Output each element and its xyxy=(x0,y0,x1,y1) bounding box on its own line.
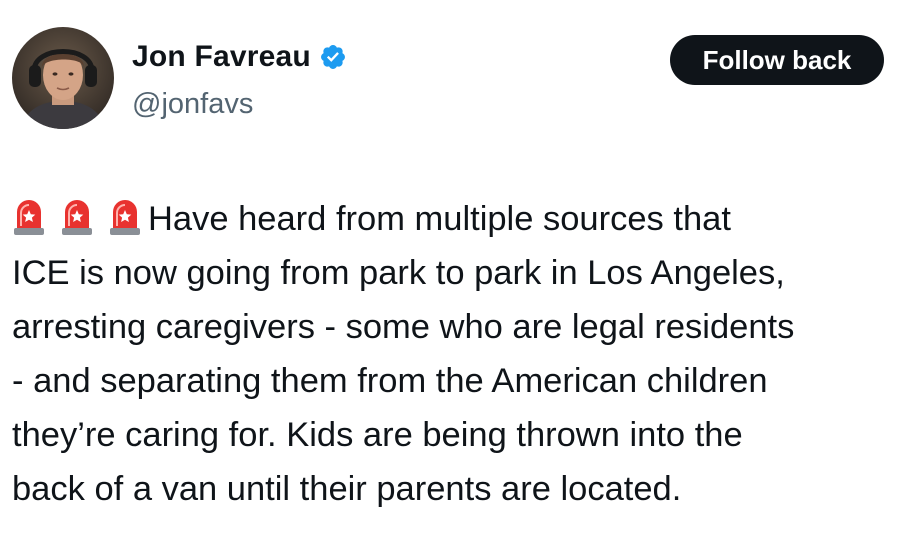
tweet-line-1: Have heard from multiple sources that xyxy=(12,192,908,246)
tweet-text: Have heard from multiple sources that IC… xyxy=(12,192,908,516)
tweet-line-5: they’re caring for. Kids are being throw… xyxy=(12,416,743,454)
author-name-row: Jon Favreau xyxy=(132,40,347,74)
avatar[interactable] xyxy=(12,27,114,129)
tweet-line-3: arresting caregivers - some who are lega… xyxy=(12,308,795,346)
police-siren-icon xyxy=(62,200,92,235)
follow-back-button[interactable]: Follow back xyxy=(670,35,884,85)
tweet-line-1-text: Have heard from multiple sources that xyxy=(148,200,731,238)
tweet-line-4: - and separating them from the American … xyxy=(12,362,768,400)
author-display-name[interactable]: Jon Favreau xyxy=(132,40,311,74)
police-siren-icon xyxy=(110,200,140,235)
tweet-line-2: ICE is now going from park to park in Lo… xyxy=(12,254,785,292)
avatar-image xyxy=(12,27,114,129)
tweet-line-6: back of a van until their parents are lo… xyxy=(12,470,682,508)
police-siren-icon xyxy=(14,200,44,235)
verified-badge-icon xyxy=(320,45,345,69)
author-handle[interactable]: @jonfavs xyxy=(132,88,253,121)
tweet-card: Jon Favreau @jonfavs Follow back Have he… xyxy=(0,0,918,542)
